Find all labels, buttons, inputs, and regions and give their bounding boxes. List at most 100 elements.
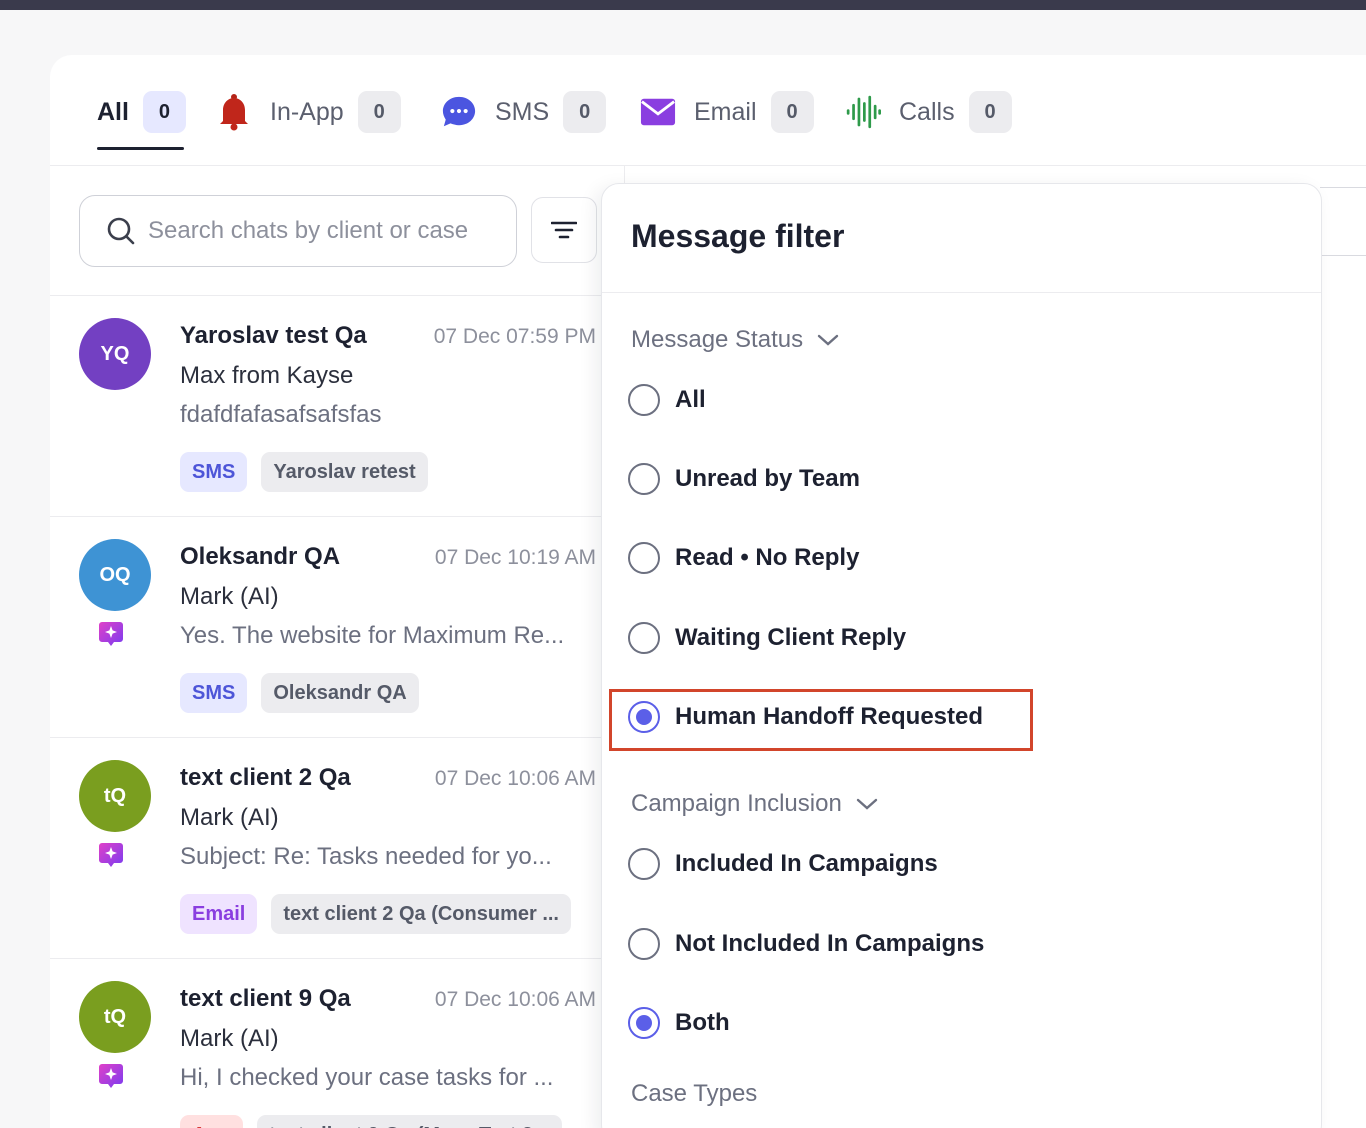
tab-label: All — [97, 97, 129, 126]
tab-email[interactable]: Email 0 — [640, 91, 814, 133]
option-read-no-reply[interactable]: Read • No Reply — [628, 541, 859, 575]
chat-list-item[interactable]: OQ Oleksandr QA 07 Dec 10:19 AM Mark (AI… — [50, 517, 610, 738]
option-label: Not Included In Campaigns — [675, 930, 985, 957]
tab-count: 0 — [770, 91, 814, 133]
chat-tags: SMS Yaroslav retest — [180, 452, 428, 492]
radio-button[interactable] — [628, 848, 660, 880]
divider — [1320, 187, 1366, 188]
option-label: Read • No Reply — [675, 544, 860, 571]
tab-label: Email — [694, 97, 757, 126]
option-both[interactable]: Both — [628, 1006, 730, 1040]
radio-button[interactable] — [628, 622, 660, 654]
tab-count: 0 — [968, 91, 1012, 133]
option-label: Both — [675, 1009, 730, 1036]
timestamp: 07 Dec 07:59 PM — [433, 325, 596, 348]
envelope-icon — [640, 94, 676, 130]
search-input[interactable] — [148, 217, 488, 245]
radio-button-selected[interactable] — [628, 1007, 660, 1039]
timestamp: 07 Dec 10:06 AM — [434, 767, 596, 790]
radio-button[interactable] — [628, 463, 660, 495]
client-name: text client 2 Qa — [180, 764, 351, 791]
radio-button[interactable] — [628, 384, 660, 416]
avatar: YQ — [79, 318, 151, 390]
chat-bubble-icon — [441, 94, 477, 130]
section-message-status[interactable]: Message Status — [631, 326, 839, 354]
tab-all[interactable]: All 0 — [97, 91, 186, 133]
option-label: All — [675, 386, 706, 413]
ai-sparkle-icon — [99, 843, 123, 867]
channel-tabs: All 0 In-App 0 SMS 0 Email 0 Calls 0 — [50, 55, 1366, 166]
avatar: OQ — [79, 539, 151, 611]
option-included-in-campaigns[interactable]: Included In Campaigns — [628, 847, 938, 881]
top-bar — [0, 0, 1366, 10]
tab-calls[interactable]: Calls 0 — [845, 91, 1012, 133]
channel-badge: SMS — [180, 452, 248, 492]
section-label: Case Types — [631, 1080, 758, 1107]
option-label: Included In Campaigns — [675, 850, 938, 877]
chevron-down-icon — [817, 334, 839, 346]
avatar: tQ — [79, 760, 151, 832]
sender-name: Max from Kayse — [180, 362, 354, 389]
chevron-down-icon — [856, 798, 877, 810]
radio-button[interactable] — [628, 928, 660, 960]
highlight-box — [609, 689, 1033, 751]
sender-name: Mark (AI) — [180, 583, 279, 610]
option-not-included-in-campaigns[interactable]: Not Included In Campaigns — [628, 927, 984, 961]
timestamp: 07 Dec 10:19 AM — [434, 546, 596, 569]
search-icon — [107, 217, 135, 245]
case-badge: text client 9 Qa (Mass Tort 2... — [256, 1115, 562, 1128]
tab-label: SMS — [495, 97, 550, 126]
ai-sparkle-icon — [99, 1064, 123, 1088]
channel-badge: SMS — [180, 673, 248, 713]
channel-badge: Email — [180, 894, 258, 934]
tab-count: 0 — [357, 91, 401, 133]
section-case-types[interactable]: Case Types — [631, 1080, 757, 1108]
radio-button[interactable] — [628, 542, 660, 574]
chat-tags: Email text client 2 Qa (Consumer ... — [180, 894, 571, 934]
chat-tags: SMS Oleksandr QA — [180, 673, 419, 713]
message-preview: fdafdfafasafsafsfas — [180, 401, 382, 428]
case-badge: Oleksandr QA — [261, 673, 419, 713]
case-badge: text client 2 Qa (Consumer ... — [271, 894, 571, 934]
filter-button[interactable] — [531, 197, 597, 263]
message-preview: Subject: Re: Tasks needed for yo... — [180, 843, 552, 870]
option-all[interactable]: All — [628, 383, 706, 417]
tab-in-app[interactable]: In-App 0 — [216, 91, 401, 133]
chat-tags: App text client 9 Qa (Mass Tort 2... — [180, 1115, 562, 1128]
bell-icon — [216, 94, 252, 131]
client-name: Yaroslav test Qa — [180, 322, 367, 349]
tab-count: 0 — [142, 91, 186, 133]
chat-list-item[interactable]: tQ text client 9 Qa 07 Dec 10:06 AM Mark… — [50, 959, 610, 1128]
option-unread-by-team[interactable]: Unread by Team — [628, 462, 860, 496]
case-badge: Yaroslav retest — [261, 452, 428, 492]
active-tab-underline — [97, 147, 184, 150]
divider — [602, 292, 1321, 293]
divider — [1320, 255, 1366, 256]
tab-sms[interactable]: SMS 0 — [441, 91, 607, 133]
filter-icon — [551, 221, 577, 239]
option-waiting-client-reply[interactable]: Waiting Client Reply — [628, 621, 906, 655]
search-box[interactable] — [79, 195, 517, 267]
client-name: text client 9 Qa — [180, 985, 351, 1012]
ai-sparkle-icon — [99, 622, 123, 646]
avatar: tQ — [79, 981, 151, 1053]
tab-label: In-App — [270, 97, 344, 126]
chat-list-item[interactable]: tQ text client 2 Qa 07 Dec 10:06 AM Mark… — [50, 738, 610, 959]
sender-name: Mark (AI) — [180, 804, 279, 831]
section-campaign-inclusion[interactable]: Campaign Inclusion — [631, 790, 878, 818]
option-label: Waiting Client Reply — [675, 624, 907, 651]
channel-badge: App — [180, 1115, 243, 1128]
panel-title: Message filter — [631, 218, 845, 254]
message-preview: Yes. The website for Maximum Re... — [180, 622, 565, 649]
tab-count: 0 — [563, 91, 607, 133]
sender-name: Mark (AI) — [180, 1025, 279, 1052]
tab-label: Calls — [899, 97, 955, 126]
client-name: Oleksandr QA — [180, 543, 341, 570]
chat-list-item[interactable]: YQ Yaroslav test Qa 07 Dec 07:59 PM Max … — [50, 296, 610, 517]
timestamp: 07 Dec 10:06 AM — [434, 988, 596, 1011]
section-label: Message Status — [631, 326, 804, 353]
soundwave-icon — [845, 94, 881, 130]
section-label: Campaign Inclusion — [631, 790, 842, 817]
option-label: Unread by Team — [675, 465, 860, 492]
message-preview: Hi, I checked your case tasks for ... — [180, 1064, 554, 1091]
